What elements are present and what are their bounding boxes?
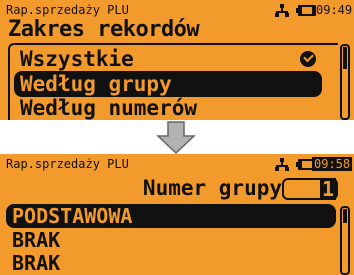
group-row[interactable]: BRAK <box>6 228 336 252</box>
network-icon <box>275 4 289 17</box>
group-number-field: Numer grupy 1 <box>0 176 354 202</box>
page-title: Zakres rekordów <box>8 17 200 42</box>
clock: 09:49 <box>316 3 353 17</box>
report-header: Rap.sprzedaży PLU <box>6 157 129 171</box>
group-row[interactable]: PODSTAWOWA <box>6 204 336 228</box>
group-row-label: BRAK <box>12 228 61 252</box>
scroll-thumb[interactable] <box>343 47 347 69</box>
menu-item-label: Według grupy <box>20 72 172 96</box>
report-header: Rap.sprzedaży PLU <box>6 3 129 17</box>
group-number-input[interactable]: 1 <box>282 178 338 200</box>
field-label: Numer grupy <box>142 176 282 200</box>
clock: 09:58 <box>312 157 353 171</box>
group-row-label: PODSTAWOWA <box>12 204 133 228</box>
arrow-down-icon <box>156 121 196 154</box>
group-row-label: BRAK <box>12 251 61 275</box>
status-bar: Rap.sprzedaży PLU 09:58 <box>0 154 354 175</box>
lcd-screen-group-number: Rap.sprzedaży PLU 09:58 Numer grupy 1 PO… <box>0 154 354 275</box>
menu-item-by-numbers[interactable]: Według numerów <box>14 95 322 120</box>
scroll-thumb[interactable] <box>343 209 347 223</box>
group-number-value: 1 <box>320 177 336 201</box>
checkmark-icon <box>300 51 316 67</box>
battery-icon <box>296 5 316 16</box>
menu-item-by-group[interactable]: Według grupy <box>14 71 322 97</box>
menu-item-all[interactable]: Wszystkie <box>14 46 322 72</box>
scrollbar[interactable] <box>340 44 350 120</box>
lcd-screen-record-range: Rap.sprzedaży PLU 09:49 Zakres rekordów … <box>0 0 354 120</box>
scrollbar[interactable] <box>340 206 350 275</box>
menu-item-label: Wszystkie <box>20 47 134 71</box>
group-row[interactable]: BRAK <box>6 251 336 275</box>
network-icon <box>275 158 289 171</box>
menu-item-label: Według numerów <box>20 96 198 120</box>
